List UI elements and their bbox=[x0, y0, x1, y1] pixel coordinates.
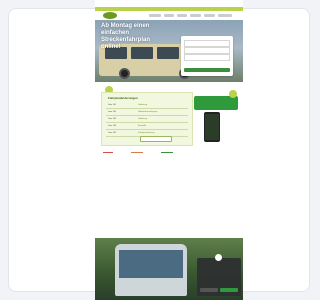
hero-line-3: Streckenfahrplan bbox=[101, 37, 151, 43]
nav-item-1[interactable] bbox=[149, 14, 161, 17]
cookie-settings-button[interactable] bbox=[200, 288, 218, 292]
search-connection-button[interactable] bbox=[184, 68, 230, 72]
bus-windshield bbox=[119, 250, 183, 278]
list-item[interactable]: Linie 103 Umleitung bbox=[106, 117, 188, 123]
cookie-icon bbox=[215, 254, 222, 261]
cookie-banner bbox=[197, 254, 241, 296]
hero-line-2: einfachen bbox=[101, 30, 130, 36]
list-item[interactable]: Linie 104 Baustelle bbox=[106, 124, 188, 130]
cookie-accept-button[interactable] bbox=[220, 288, 238, 292]
nav-item-6[interactable] bbox=[218, 14, 232, 17]
to-input[interactable] bbox=[184, 47, 230, 54]
bus-photo bbox=[115, 244, 187, 296]
hero-banner: Ab Montag einen einfachen Streckenfahrpl… bbox=[95, 20, 243, 82]
row-detail: Haltestellenverlegung bbox=[138, 111, 158, 113]
site-header bbox=[95, 11, 243, 20]
row-line: Linie 103 bbox=[108, 118, 117, 120]
nav-item-3[interactable] bbox=[177, 14, 187, 17]
row-line: Linie 105 bbox=[108, 132, 117, 134]
list-item[interactable]: Linie 101 Umleitung bbox=[106, 103, 188, 109]
timetable-changes-panel: Fahrplanänderungen Linie 101 Umleitung L… bbox=[101, 92, 193, 146]
phone-screen bbox=[205, 114, 219, 140]
row-line: Linie 102 bbox=[108, 111, 117, 113]
logo-icon[interactable] bbox=[103, 12, 117, 19]
phone-mockup bbox=[204, 112, 220, 142]
row-detail: Fahrplanänderung bbox=[138, 132, 155, 134]
hero-line-4: online! bbox=[101, 44, 121, 50]
from-input[interactable] bbox=[184, 40, 230, 47]
hero-line-1: Ab Montag einen bbox=[101, 23, 150, 29]
row-line: Linie 101 bbox=[108, 104, 117, 106]
footer-image bbox=[95, 238, 243, 300]
app-badge-icon bbox=[229, 90, 237, 98]
row-detail: Umleitung bbox=[138, 104, 148, 106]
quick-link[interactable] bbox=[131, 152, 143, 153]
quick-link[interactable] bbox=[103, 152, 113, 153]
quick-links bbox=[101, 152, 193, 156]
website-page: Ab Montag einen einfachen Streckenfahrpl… bbox=[95, 0, 243, 300]
content-section: Fahrplanänderungen Linie 101 Umleitung L… bbox=[95, 82, 243, 242]
row-detail: Baustelle bbox=[138, 125, 147, 127]
panel-title: Fahrplanänderungen bbox=[108, 96, 138, 100]
row-detail: Umleitung bbox=[138, 118, 148, 120]
nav-item-4[interactable] bbox=[190, 14, 201, 17]
quick-link[interactable] bbox=[161, 152, 173, 153]
date-input[interactable] bbox=[184, 54, 230, 61]
nav-item-2[interactable] bbox=[164, 14, 174, 17]
list-item[interactable]: Linie 102 Haltestellenverlegung bbox=[106, 110, 188, 116]
row-line: Linie 104 bbox=[108, 125, 117, 127]
app-promo-box[interactable] bbox=[194, 96, 238, 110]
bus-wheel bbox=[119, 68, 130, 79]
all-changes-button[interactable] bbox=[140, 136, 172, 142]
nav-item-5[interactable] bbox=[204, 14, 215, 17]
hero-headline: Ab Montag einen einfachen Streckenfahrpl… bbox=[101, 23, 183, 51]
journey-planner-form bbox=[181, 36, 233, 76]
